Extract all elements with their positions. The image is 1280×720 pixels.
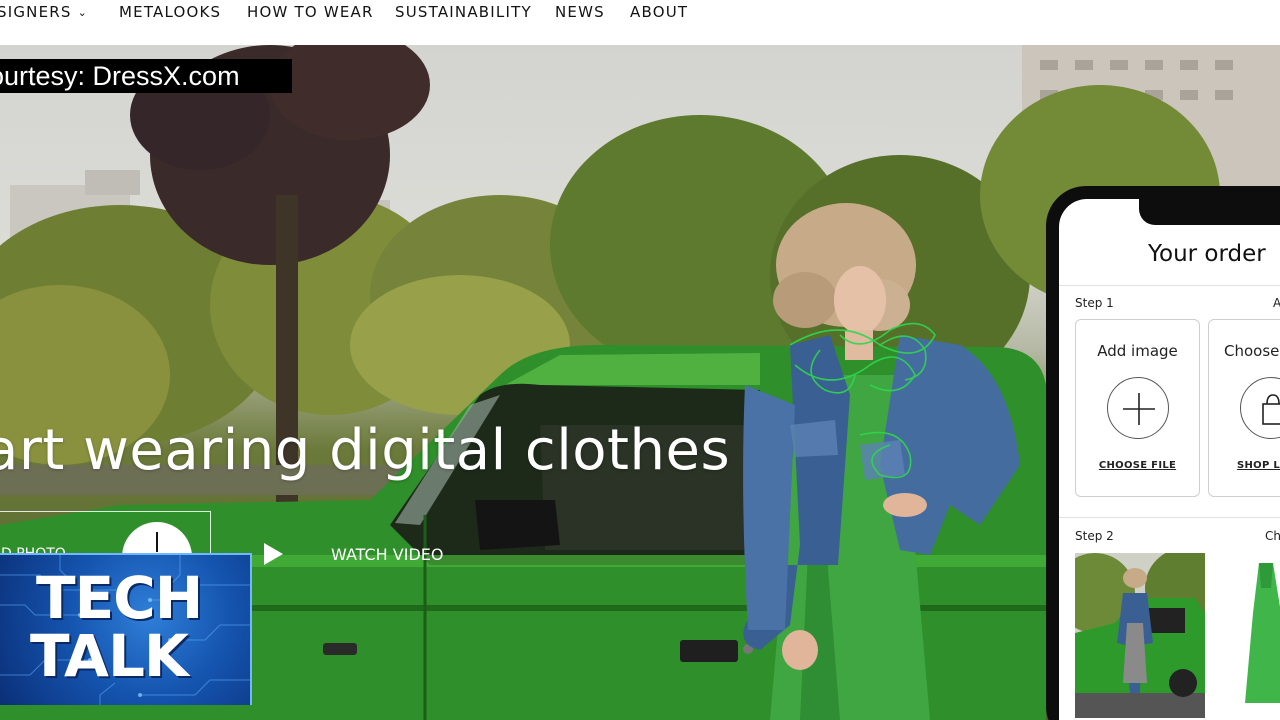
play-icon — [264, 543, 283, 565]
choose-look-card[interactable]: Choose SHOP LO — [1208, 319, 1280, 497]
tech-talk-logo: TECH TALK — [0, 553, 252, 705]
plus-icon[interactable] — [1107, 377, 1169, 439]
nav-item-designers[interactable]: SIGNERS ⌄ — [0, 3, 88, 21]
logo-line-1: TECH — [36, 564, 203, 632]
phone-screen: Your order Step 1 A Add image CHOOSE FIL… — [1059, 199, 1280, 720]
divider — [1059, 517, 1280, 518]
nav-item-label: SIGNERS — [0, 3, 72, 21]
add-image-title: Add image — [1097, 342, 1178, 360]
divider — [1059, 285, 1280, 286]
phone-notch — [1139, 199, 1280, 225]
top-nav: SIGNERS ⌄ METALOOKS HOW TO WEAR SUSTAINAB… — [0, 0, 1280, 45]
courtesy-caption: ourtesy: DressX.com — [0, 59, 292, 93]
add-image-card[interactable]: Add image CHOOSE FILE — [1075, 319, 1200, 497]
shopping-bag-icon[interactable] — [1240, 377, 1280, 439]
logo-line-2: TALK — [30, 622, 189, 690]
choose-look-title: Choose — [1224, 342, 1280, 360]
watch-video-label: WATCH VIDEO — [331, 544, 444, 564]
step-2-right-label: Ch — [1265, 529, 1280, 543]
uploaded-photo-thumbnail[interactable] — [1075, 553, 1205, 718]
hero-headline: art wearing digital clothes — [0, 418, 731, 483]
choose-file-link[interactable]: CHOOSE FILE — [1076, 460, 1199, 471]
step-1-label: Step 1 — [1075, 296, 1114, 310]
nav-item-news[interactable]: NEWS — [555, 3, 605, 21]
courtesy-text: ourtesy: DressX.com — [0, 61, 240, 91]
nav-item-how-to-wear[interactable]: HOW TO WEAR — [247, 3, 374, 21]
nav-item-sustainability[interactable]: SUSTAINABILITY — [395, 3, 532, 21]
dress-thumbnail[interactable] — [1231, 553, 1280, 718]
nav-item-about[interactable]: ABOUT — [630, 3, 688, 21]
nav-item-metalooks[interactable]: METALOOKS — [119, 3, 221, 21]
step-1-right-label: A — [1273, 296, 1280, 310]
phone-mockup: Your order Step 1 A Add image CHOOSE FIL… — [1046, 186, 1280, 720]
watch-video-button[interactable]: WATCH VIDEO — [264, 543, 443, 565]
order-title: Your order — [1148, 241, 1266, 267]
step-2-label: Step 2 — [1075, 529, 1114, 543]
chevron-down-icon: ⌄ — [77, 6, 89, 19]
shop-looks-link[interactable]: SHOP LO — [1237, 460, 1280, 471]
